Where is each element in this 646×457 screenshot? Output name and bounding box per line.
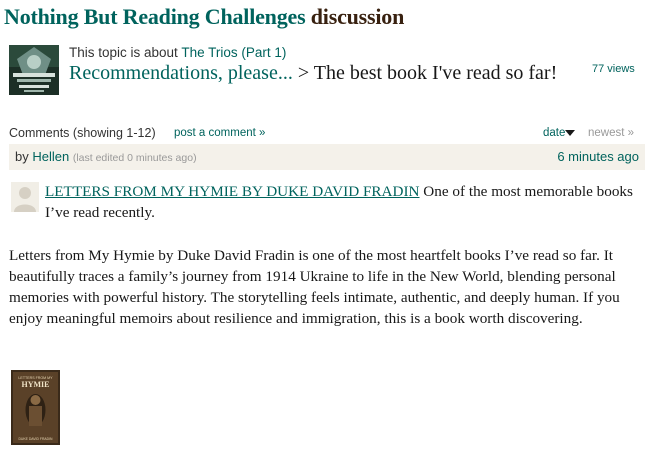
book-cover-image[interactable]: LETTERS FROM MY HYMIE DUKE DAVID FRADIN xyxy=(11,370,60,445)
group-name-link[interactable]: Nothing But Reading Challenges xyxy=(4,4,306,29)
comments-count: Comments (showing 1-12) xyxy=(9,126,156,140)
by-label: by xyxy=(15,149,29,164)
comments-label: Comments xyxy=(9,126,70,140)
edited-note: (last edited 0 minutes ago) xyxy=(72,152,197,164)
comment-lead: LETTERS FROM MY HYMIE BY DUKE DAVID FRAD… xyxy=(45,181,635,223)
comment-author-link[interactable]: Hellen xyxy=(32,149,69,164)
sort-newest-link[interactable]: newest » xyxy=(588,127,634,139)
comment-paragraph: Letters from My Hymie by Duke David Frad… xyxy=(9,247,620,327)
sort-date-label: date xyxy=(543,127,566,139)
cover-author-text: DUKE DAVID FRADIN xyxy=(18,437,53,441)
book-title-link[interactable]: LETTERS FROM MY HYMIE BY DUKE DAVID FRAD… xyxy=(45,183,420,200)
topic-book-thumbnail[interactable] xyxy=(9,45,59,95)
cover-big-text: HYMIE xyxy=(22,380,50,389)
view-count: 77 views xyxy=(592,63,635,75)
comment-header: by Hellen (last edited 0 minutes ago) 6 … xyxy=(9,144,645,170)
comment-byline: by Hellen (last edited 0 minutes ago) xyxy=(15,149,197,164)
topic-intro: This topic is about The Trios (Part 1) xyxy=(69,45,286,60)
topic-intro-prefix: This topic is about xyxy=(69,45,178,60)
folder-link[interactable]: Recommendations, please... xyxy=(69,62,293,84)
comment-timestamp-link[interactable]: 6 minutes ago xyxy=(557,149,639,164)
comments-showing: (showing 1-12) xyxy=(72,126,156,140)
breadcrumb-separator: > xyxy=(297,62,310,84)
page-title: Nothing But Reading Challenges discussio… xyxy=(4,4,404,30)
post-comment-link[interactable]: post a comment » xyxy=(174,127,265,139)
topic-title: The best book I've read so far! xyxy=(313,62,558,84)
user-avatar-icon[interactable] xyxy=(11,182,39,212)
topic-heading: Recommendations, please... > The best bo… xyxy=(69,61,589,86)
page-title-suffix: discussion xyxy=(310,4,405,29)
caret-down-icon xyxy=(565,127,576,139)
sort-by-date[interactable]: date xyxy=(543,127,576,139)
topic-book-link[interactable]: The Trios (Part 1) xyxy=(181,45,286,60)
